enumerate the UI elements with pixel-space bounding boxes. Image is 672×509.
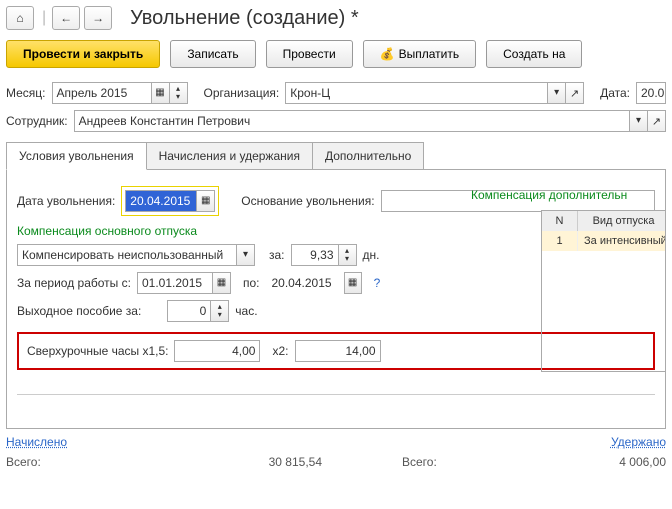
- separator: |: [42, 9, 46, 27]
- total-label-1: Всего:: [6, 455, 62, 469]
- fire-date-input[interactable]: 20.04.2015: [125, 190, 197, 212]
- employee-input[interactable]: Андреев Константин Петрович: [74, 110, 630, 132]
- forward-button[interactable]: →: [84, 6, 112, 30]
- employee-label: Сотрудник:: [6, 114, 68, 128]
- th-n: N: [542, 211, 578, 231]
- comp-type-input[interactable]: Компенсировать неиспользованный: [17, 244, 237, 266]
- table-row[interactable]: 1 За интенсивный т: [542, 231, 666, 251]
- employee-open-button[interactable]: ↗: [648, 110, 666, 132]
- pay-label: Выплатить: [399, 47, 460, 61]
- td-type: За интенсивный т: [578, 231, 666, 251]
- comp-type-dropdown[interactable]: [237, 244, 255, 266]
- po-label: по:: [243, 276, 260, 290]
- overtime15-label: Сверхурочные часы x1,5:: [27, 344, 168, 358]
- comp-additional-title: Компенсация дополнительн: [471, 188, 666, 202]
- days-unit: дн.: [363, 248, 380, 262]
- accrued-link[interactable]: Начислено: [6, 435, 67, 449]
- tab-accruals[interactable]: Начисления и удержания: [146, 142, 313, 170]
- period-to-calendar[interactable]: [344, 272, 362, 294]
- employee-dropdown-button[interactable]: [630, 110, 648, 132]
- post-button[interactable]: Провести: [266, 40, 353, 68]
- back-button[interactable]: ←: [52, 6, 80, 30]
- org-label: Организация:: [204, 86, 280, 100]
- fire-date-calendar-button[interactable]: [197, 190, 215, 212]
- severance-spinner[interactable]: [211, 300, 229, 322]
- org-open-button[interactable]: ↗: [566, 82, 584, 104]
- home-button[interactable]: ⌂: [6, 6, 34, 30]
- severance-unit: час.: [235, 304, 257, 318]
- severance-label: Выходное пособие за:: [17, 304, 141, 318]
- total-label-2: Всего:: [402, 455, 462, 469]
- month-label: Месяц:: [6, 86, 46, 100]
- td-n: 1: [542, 231, 578, 251]
- money-icon: 💰: [380, 47, 395, 61]
- overtime2-input[interactable]: 14,00: [295, 340, 381, 362]
- th-type: Вид отпуска: [578, 211, 666, 231]
- fire-date-highlight: 20.04.2015: [121, 186, 219, 216]
- arrow-left-icon: ←: [60, 11, 72, 25]
- month-calendar-button[interactable]: [152, 82, 170, 104]
- tab-conditions[interactable]: Условия увольнения: [6, 142, 147, 170]
- severance-input[interactable]: 0: [167, 300, 211, 322]
- month-spinner[interactable]: [170, 82, 188, 104]
- fire-date-label: Дата увольнения:: [17, 194, 115, 208]
- page-title: Увольнение (создание) *: [130, 7, 358, 30]
- month-input[interactable]: Апрель 2015: [52, 82, 152, 104]
- tab-additional[interactable]: Дополнительно: [312, 142, 424, 170]
- home-icon: ⌂: [16, 11, 23, 25]
- days-spinner[interactable]: [339, 244, 357, 266]
- org-dropdown-button[interactable]: [548, 82, 566, 104]
- period-label: За период работы с:: [17, 276, 131, 290]
- org-input[interactable]: Крон-Ц: [285, 82, 548, 104]
- reason-label: Основание увольнения:: [241, 194, 374, 208]
- za-label: за:: [269, 248, 285, 262]
- days-input[interactable]: 9,33: [291, 244, 339, 266]
- withheld-link[interactable]: Удержано: [611, 435, 666, 449]
- withheld-value: 4 006,00: [502, 455, 666, 469]
- period-from-calendar[interactable]: [213, 272, 231, 294]
- save-button[interactable]: Записать: [170, 40, 255, 68]
- period-to-value: 20.04.2015: [272, 276, 332, 290]
- period-from-input[interactable]: 01.01.2015: [137, 272, 213, 294]
- pay-button[interactable]: 💰 Выплатить: [363, 40, 476, 68]
- overtime2-label: x2:: [272, 344, 288, 358]
- date-label: Дата:: [600, 86, 630, 100]
- post-and-close-button[interactable]: Провести и закрыть: [6, 40, 160, 68]
- create-based-on-button[interactable]: Создать на: [486, 40, 582, 68]
- accrued-value: 30 815,54: [102, 455, 322, 469]
- doc-date-input[interactable]: 20.0: [636, 82, 666, 104]
- help-link[interactable]: ?: [374, 276, 381, 290]
- overtime15-input[interactable]: 4,00: [174, 340, 260, 362]
- arrow-right-icon: →: [92, 11, 104, 25]
- additional-comp-table: N Вид отпуска 1 За интенсивный т: [541, 210, 666, 372]
